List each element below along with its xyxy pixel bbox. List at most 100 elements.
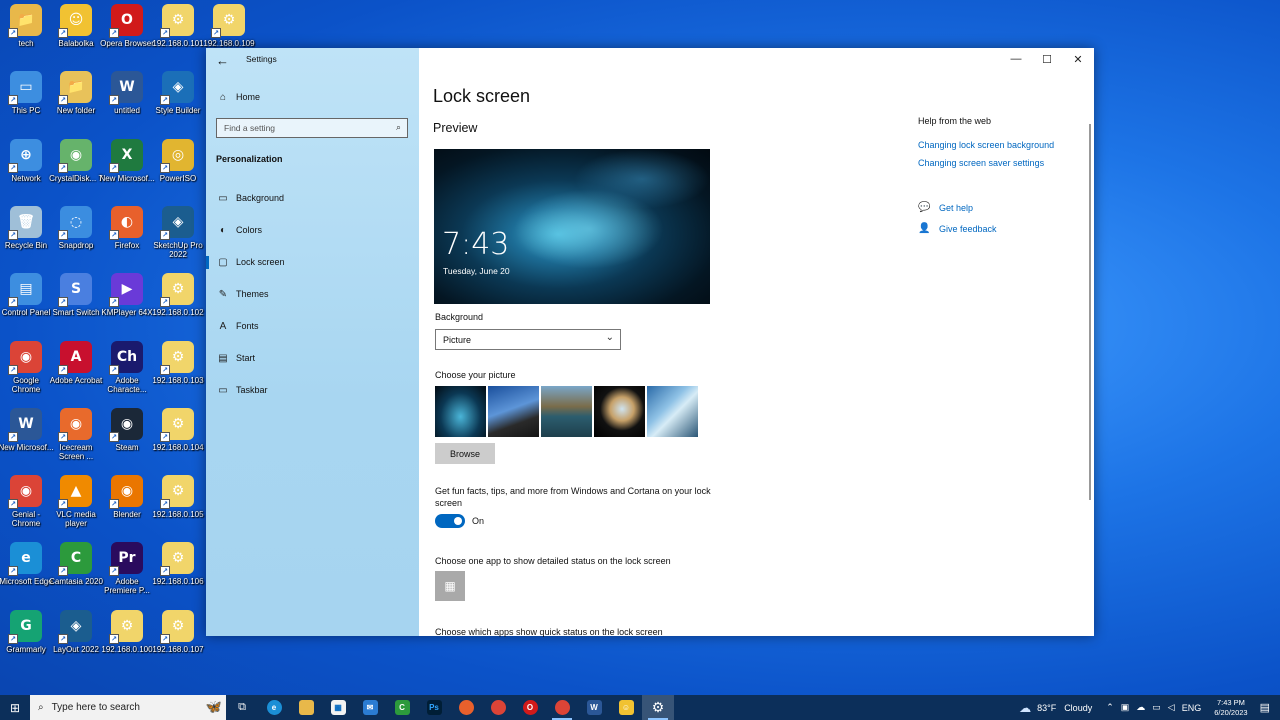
- desktop-icon[interactable]: ◉ ↗ CrystalDisk... 7: [49, 138, 103, 201]
- help-link-lock-screen[interactable]: Changing lock screen background: [918, 140, 1054, 150]
- volume-icon[interactable]: ◁: [1168, 702, 1175, 713]
- give-feedback-label: Give feedback: [939, 223, 997, 234]
- desktop-icon[interactable]: G ↗ Grammarly: [0, 609, 52, 672]
- picture-thumbnail[interactable]: [594, 386, 645, 437]
- nav-item-colors[interactable]: ◐ Colors: [216, 220, 262, 240]
- desktop-icon[interactable]: ◉ ↗ Blender: [101, 475, 153, 537]
- desktop-icon[interactable]: ◉ ↗ Steam: [101, 407, 153, 470]
- desktop-icon[interactable]: O ↗ Opera Browser: [100, 4, 154, 66]
- taskbar-mail[interactable]: ✉: [354, 695, 386, 720]
- background-dropdown[interactable]: Picture ⌄: [435, 329, 621, 350]
- taskbar-store[interactable]: ▦: [322, 695, 354, 720]
- desktop-icon[interactable]: ▭ ↗ This PC: [0, 71, 52, 133]
- maximize-button[interactable]: ☐: [1032, 53, 1062, 66]
- cloud-icon: ☁: [1019, 700, 1032, 715]
- taskbar-edge[interactable]: e: [258, 695, 290, 720]
- browse-button[interactable]: Browse: [435, 443, 495, 464]
- calendar-app-button[interactable]: ▦: [435, 571, 465, 601]
- desktop-icon[interactable]: ⚙ ↗ 192.168.0.104: [152, 407, 204, 470]
- network-icon[interactable]: ▭: [1152, 702, 1161, 713]
- nav-home[interactable]: ⌂ Home: [216, 87, 260, 107]
- minimize-button[interactable]: —: [1001, 53, 1031, 65]
- get-help-link[interactable]: 💬 Get help: [918, 202, 973, 213]
- desktop-icon[interactable]: 📁 ↗ New folder: [50, 71, 102, 133]
- give-feedback-link[interactable]: 👤 Give feedback: [918, 223, 997, 234]
- desktop-icon[interactable]: ◈ ↗ SketchUp Pro 2022: [152, 205, 204, 268]
- taskbar-chrome[interactable]: [482, 695, 514, 720]
- nav-item-lock-screen[interactable]: ▢ Lock screen: [206, 252, 285, 272]
- picture-thumbnail[interactable]: [541, 386, 592, 437]
- desktop-icon[interactable]: ⊕ ↗ Network: [0, 138, 52, 201]
- desktop-icon[interactable]: ⚙ ↗ 192.168.0.101: [152, 4, 204, 66]
- desktop-icon[interactable]: ▶ ↗ KMPlayer 64X: [101, 273, 153, 335]
- desktop-icon[interactable]: X ↗ New Microsof...: [99, 138, 155, 201]
- desktop-icon[interactable]: ▤ ↗ Control Panel: [0, 273, 52, 335]
- taskbar-opera[interactable]: O: [514, 695, 546, 720]
- desktop-icon-label: LayOut 2022: [53, 644, 99, 654]
- picture-thumbnail[interactable]: [435, 386, 486, 437]
- desktop-icon[interactable]: ⚙ ↗ 192.168.0.106: [152, 542, 204, 604]
- task-view-button[interactable]: ⧉: [226, 695, 258, 720]
- desktop-icon[interactable]: ⚙ ↗ 192.168.0.105: [152, 475, 204, 537]
- clock[interactable]: 7:43 PM 6/20/2023: [1214, 698, 1247, 718]
- taskbar-photoshop[interactable]: Ps: [418, 695, 450, 720]
- desktop-icon[interactable]: ◉ ↗ Icecream Screen ...: [50, 407, 102, 470]
- find-setting-input[interactable]: Find a setting ⌕: [216, 118, 408, 138]
- app-icon: ⚙ ↗: [160, 340, 194, 375]
- nav-item-taskbar[interactable]: ▭ Taskbar: [216, 380, 267, 400]
- desktop-icon[interactable]: 📁 ↗ tech: [0, 4, 52, 66]
- taskbar-word[interactable]: W: [578, 695, 610, 720]
- picture-thumbnail[interactable]: [647, 386, 698, 437]
- start-button[interactable]: ⊞: [0, 695, 30, 720]
- desktop-icon[interactable]: W ↗ untitled: [101, 71, 153, 133]
- desktop-icon[interactable]: ◉ ↗ Genial - Chrome: [0, 475, 52, 537]
- desktop-icon[interactable]: W ↗ New Microsof...: [0, 407, 54, 470]
- cloud-sync-icon[interactable]: ☁: [1136, 702, 1145, 713]
- desktop-icon[interactable]: ⚙ ↗ 192.168.0.100: [101, 609, 153, 672]
- nav-item-start[interactable]: ▤ Start: [216, 348, 255, 368]
- nav-item-background[interactable]: ▭ Background: [216, 188, 284, 208]
- language-indicator[interactable]: ENG: [1182, 703, 1202, 713]
- taskbar-search[interactable]: ⌕ Type here to search 🦋: [30, 695, 226, 720]
- desktop-icon[interactable]: 🗑 ↗ Recycle Bin: [0, 205, 52, 268]
- taskbar-camtasia[interactable]: C: [386, 695, 418, 720]
- tray-app-icon[interactable]: ▣: [1121, 702, 1130, 713]
- desktop-icon-label: 192.168.0.106: [152, 577, 204, 587]
- desktop-icon[interactable]: Ch ↗ Adobe Characte...: [101, 340, 153, 403]
- desktop-icon[interactable]: ◌ ↗ Snapdrop: [50, 205, 102, 268]
- close-button[interactable]: ✕: [1063, 53, 1093, 66]
- desktop-icon[interactable]: ◈ ↗ LayOut 2022: [50, 609, 102, 672]
- taskbar-file-explorer[interactable]: [290, 695, 322, 720]
- taskbar-chrome-profile[interactable]: [546, 695, 578, 720]
- scrollbar[interactable]: [1089, 124, 1091, 500]
- chevron-up-icon[interactable]: ⌃: [1106, 702, 1114, 713]
- taskbar-settings[interactable]: ⚙: [642, 695, 674, 720]
- desktop-icon[interactable]: Pr ↗ Adobe Premiere P...: [101, 542, 153, 604]
- desktop-icon[interactable]: ⚙ ↗ 192.168.0.103: [152, 340, 204, 403]
- desktop-icon[interactable]: ⚙ ↗ 192.168.0.107: [152, 609, 204, 672]
- nav-item-fonts[interactable]: A Fonts: [216, 316, 259, 336]
- back-arrow-icon[interactable]: ←: [216, 53, 229, 68]
- nav-item-themes[interactable]: ✎ Themes: [216, 284, 269, 304]
- desktop-icon[interactable]: ☺ ↗ Balabolka: [50, 4, 102, 66]
- desktop-icon[interactable]: ◉ ↗ Google Chrome: [0, 340, 52, 403]
- desktop-icon[interactable]: e ↗ Microsoft Edge: [0, 542, 53, 604]
- desktop-icon[interactable]: S ↗ Smart Switch: [50, 273, 102, 335]
- desktop-icon[interactable]: A ↗ Adobe Acrobat: [50, 340, 102, 403]
- desktop-icon[interactable]: ◐ ↗ Firefox: [101, 205, 153, 268]
- notification-icon[interactable]: ▤: [1260, 701, 1270, 714]
- window-title: Settings: [246, 54, 277, 64]
- taskbar-balabolka[interactable]: ☺: [610, 695, 642, 720]
- picture-thumbnail[interactable]: [488, 386, 539, 437]
- desktop-icon[interactable]: ▲ ↗ VLC media player: [50, 475, 102, 537]
- balabolka-icon: ☺: [618, 700, 634, 715]
- desktop-icon-label: Microsoft Edge: [0, 577, 53, 587]
- help-link-screen-saver[interactable]: Changing screen saver settings: [918, 158, 1044, 168]
- weather-widget[interactable]: ☁ 83°F Cloudy: [1019, 701, 1092, 715]
- taskbar-firefox[interactable]: [450, 695, 482, 720]
- desktop-icon[interactable]: ◈ ↗ Style Builder: [152, 71, 204, 133]
- desktop-icon[interactable]: ◎ ↗ PowerISO: [152, 138, 204, 201]
- desktop-icon[interactable]: C ↗ Camtasia 2020: [49, 542, 103, 604]
- fun-facts-toggle[interactable]: [435, 514, 465, 528]
- desktop-icon[interactable]: ⚙ ↗ 192.168.0.102: [152, 273, 204, 335]
